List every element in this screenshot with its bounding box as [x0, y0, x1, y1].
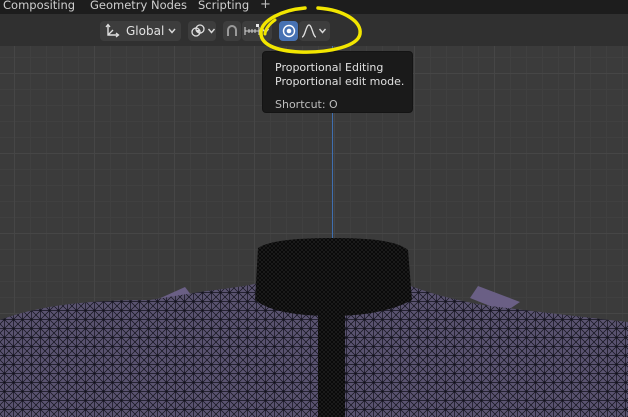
tab-geometry-nodes[interactable]: Geometry Nodes [90, 0, 187, 12]
pivot-point-dropdown[interactable] [188, 21, 216, 41]
workspace-tabs: Compositing Geometry Nodes Scripting + [0, 0, 628, 14]
tooltip: Proportional Editing Proportional edit m… [262, 51, 413, 113]
chevron-down-icon [207, 24, 216, 38]
falloff-smooth-icon [301, 23, 317, 39]
magnet-icon [225, 23, 239, 39]
tooltip-shortcut: Shortcut: O [275, 98, 338, 111]
snap-toggle[interactable] [223, 21, 241, 41]
tab-compositing[interactable]: Compositing [3, 0, 75, 12]
chevron-down-icon [261, 24, 270, 38]
orientation-gizmo-icon [104, 23, 120, 39]
chevron-down-icon [167, 24, 177, 38]
transform-orientation-dropdown[interactable]: Global [100, 21, 181, 41]
proportional-editing-toggle[interactable] [279, 21, 298, 41]
snap-target-dropdown[interactable] [242, 21, 272, 41]
snap-increment-icon [244, 23, 260, 39]
tooltip-description: Proportional edit mode. [275, 75, 405, 88]
proportional-falloff-dropdown[interactable] [299, 21, 330, 41]
add-workspace-button[interactable]: + [260, 0, 271, 12]
chevron-down-icon [318, 24, 327, 38]
pivot-icon [190, 23, 206, 39]
tab-scripting[interactable]: Scripting [198, 0, 249, 12]
tooltip-title: Proportional Editing [275, 61, 384, 74]
transform-orientation-label: Global [126, 24, 165, 38]
proportional-edit-icon [282, 24, 296, 38]
viewport-header: Global [0, 14, 628, 46]
